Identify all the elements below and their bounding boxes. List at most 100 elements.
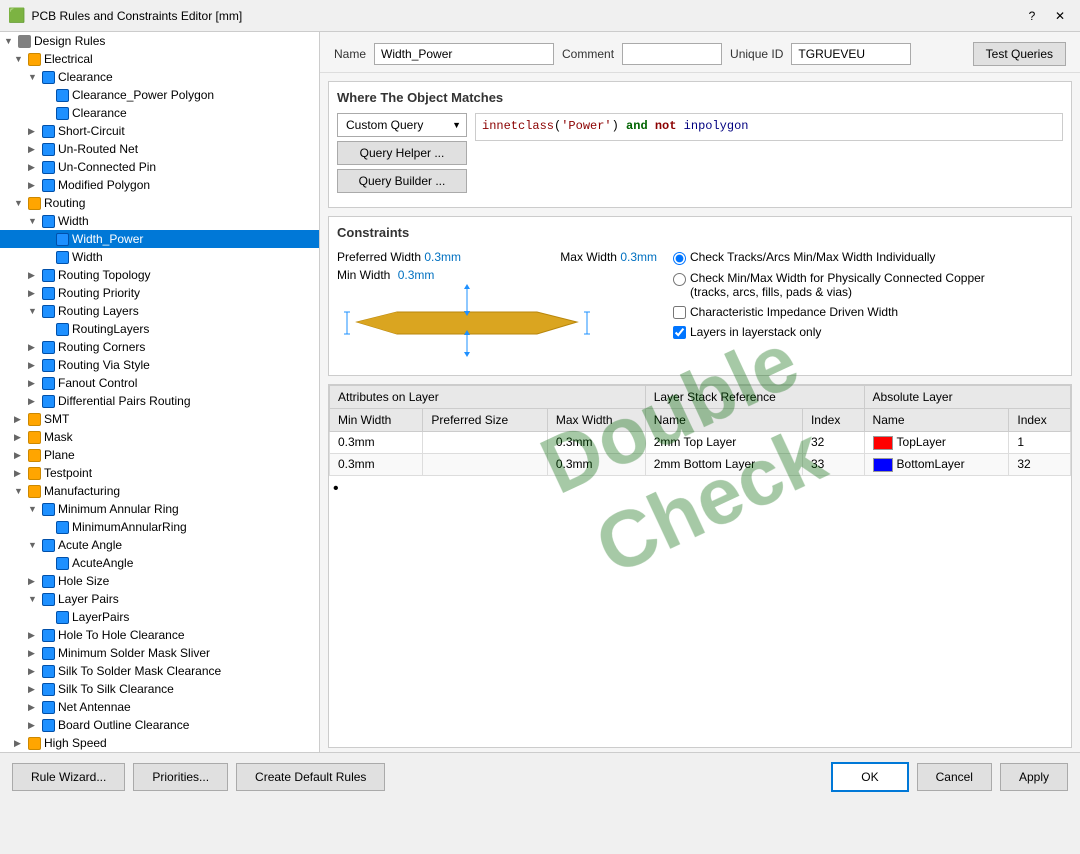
tree-item[interactable]: ▶Un-Routed Net: [0, 140, 319, 158]
tree-expand-icon[interactable]: ▶: [14, 414, 26, 425]
tree-item[interactable]: ▶High Speed: [0, 734, 319, 752]
tree-expand-icon[interactable]: ▶: [28, 144, 40, 155]
tree-item[interactable]: ▶Un-Connected Pin: [0, 158, 319, 176]
tree-expand-icon[interactable]: ▼: [28, 504, 40, 514]
apply-button[interactable]: Apply: [1000, 763, 1068, 791]
create-default-rules-button[interactable]: Create Default Rules: [236, 763, 385, 791]
tree-expand-icon[interactable]: ▶: [28, 270, 40, 281]
help-button[interactable]: ?: [1020, 4, 1044, 28]
radio-option1-label: Check Tracks/Arcs Min/Max Width Individu…: [690, 250, 935, 264]
tree-expand-icon[interactable]: ▼: [14, 54, 26, 64]
query-type-select[interactable]: Custom Query Query Helper Query Builder: [337, 113, 467, 137]
tree-item[interactable]: ▶Differential Pairs Routing: [0, 392, 319, 410]
query-builder-button[interactable]: Query Builder ...: [337, 169, 467, 193]
priorities-button[interactable]: Priorities...: [133, 763, 228, 791]
ok-button[interactable]: OK: [831, 762, 908, 792]
query-code[interactable]: innetclass('Power') and not inpolygon: [475, 113, 1063, 141]
radio-option2[interactable]: [673, 273, 686, 286]
tree-item[interactable]: ▼Routing Layers: [0, 302, 319, 320]
tree-expand-icon[interactable]: ▶: [28, 288, 40, 299]
tree-expand-icon[interactable]: ▶: [28, 648, 40, 659]
query-type-dropdown[interactable]: Custom Query Query Helper Query Builder: [337, 113, 467, 137]
uid-input[interactable]: [791, 43, 911, 65]
tree-expand-icon[interactable]: ▶: [28, 702, 40, 713]
tree-item[interactable]: ▶Fanout Control: [0, 374, 319, 392]
tree-item[interactable]: ▶Silk To Silk Clearance: [0, 680, 319, 698]
tree-item[interactable]: ▼Design Rules: [0, 32, 319, 50]
tree-expand-icon[interactable]: ▼: [28, 216, 40, 226]
tree-expand-icon[interactable]: ▼: [28, 540, 40, 550]
tree-expand-icon[interactable]: ▶: [28, 180, 40, 191]
tree-item[interactable]: ▶Plane: [0, 446, 319, 464]
tree-item[interactable]: MinimumAnnularRing: [0, 518, 319, 536]
comment-input[interactable]: [622, 43, 722, 65]
tree-item[interactable]: RoutingLayers: [0, 320, 319, 338]
tree-expand-icon[interactable]: ▶: [28, 396, 40, 407]
tree-expand-icon[interactable]: ▶: [28, 666, 40, 677]
tree-item-label: RoutingLayers: [72, 322, 149, 336]
tree-item[interactable]: ▶Board Outline Clearance: [0, 716, 319, 734]
tree-item[interactable]: Clearance: [0, 104, 319, 122]
tree-item[interactable]: ▶Routing Corners: [0, 338, 319, 356]
tree-item[interactable]: ▼Layer Pairs: [0, 590, 319, 608]
radio-option1[interactable]: [673, 252, 686, 265]
tree-expand-icon[interactable]: ▶: [28, 378, 40, 389]
tree-expand-icon[interactable]: ▶: [28, 576, 40, 587]
tree-item[interactable]: ▶Routing Topology: [0, 266, 319, 284]
tree-expand-icon[interactable]: ▶: [28, 630, 40, 641]
tree-expand-icon[interactable]: ▶: [28, 684, 40, 695]
tree-item[interactable]: ▶Routing Priority: [0, 284, 319, 302]
tree-item[interactable]: AcuteAngle: [0, 554, 319, 572]
tree-item[interactable]: ▶Net Antennae: [0, 698, 319, 716]
tree-item[interactable]: Width: [0, 248, 319, 266]
cancel-button[interactable]: Cancel: [917, 763, 992, 791]
tree-item[interactable]: ▶Minimum Solder Mask Sliver: [0, 644, 319, 662]
tree-item[interactable]: ▼Clearance: [0, 68, 319, 86]
tree-node-icon: [42, 215, 55, 228]
tree-expand-icon[interactable]: ▼: [28, 72, 40, 82]
tree-item[interactable]: ▶Hole Size: [0, 572, 319, 590]
tree-node-icon: [42, 287, 55, 300]
tree-expand-icon[interactable]: ▶: [28, 360, 40, 371]
tree-expand-icon[interactable]: ▶: [28, 126, 40, 137]
char-impedance-checkbox[interactable]: [673, 306, 686, 319]
tree-expand-icon[interactable]: ▼: [14, 198, 26, 208]
tree-item[interactable]: Clearance_Power Polygon: [0, 86, 319, 104]
tree-item[interactable]: ▶Hole To Hole Clearance: [0, 626, 319, 644]
name-input[interactable]: [374, 43, 554, 65]
tree-expand-icon[interactable]: ▶: [28, 342, 40, 353]
close-button[interactable]: ✕: [1048, 4, 1072, 28]
tree-item-label: Acute Angle: [58, 538, 122, 552]
tree-item[interactable]: ▶Testpoint: [0, 464, 319, 482]
tree-item[interactable]: ▼Routing: [0, 194, 319, 212]
tree-item[interactable]: ▶Silk To Solder Mask Clearance: [0, 662, 319, 680]
attr-header-stack: Layer Stack Reference: [645, 386, 864, 409]
layers-only-checkbox[interactable]: [673, 326, 686, 339]
tree-item[interactable]: ▼Manufacturing: [0, 482, 319, 500]
tree-item[interactable]: ▼Electrical: [0, 50, 319, 68]
tree-item[interactable]: ▶Routing Via Style: [0, 356, 319, 374]
tree-expand-icon[interactable]: ▼: [28, 594, 40, 604]
tree-item[interactable]: LayerPairs: [0, 608, 319, 626]
test-queries-button[interactable]: Test Queries: [973, 42, 1066, 66]
tree-expand-icon[interactable]: ▼: [4, 36, 16, 46]
tree-expand-icon[interactable]: ▶: [14, 432, 26, 443]
tree-expand-icon[interactable]: ▼: [14, 486, 26, 496]
tree-expand-icon[interactable]: ▶: [28, 720, 40, 731]
tree-node-icon: [42, 305, 55, 318]
tree-item[interactable]: ▼Minimum Annular Ring: [0, 500, 319, 518]
rule-wizard-button[interactable]: Rule Wizard...: [12, 763, 125, 791]
query-helper-button[interactable]: Query Helper ...: [337, 141, 467, 165]
tree-expand-icon[interactable]: ▶: [14, 468, 26, 479]
tree-item[interactable]: ▼ Acute Angle: [0, 536, 319, 554]
tree-item[interactable]: Width_Power: [0, 230, 319, 248]
tree-item[interactable]: ▼Width: [0, 212, 319, 230]
tree-item[interactable]: ▶Modified Polygon: [0, 176, 319, 194]
tree-expand-icon[interactable]: ▶: [14, 738, 26, 749]
tree-expand-icon[interactable]: ▶: [28, 162, 40, 173]
tree-expand-icon[interactable]: ▶: [14, 450, 26, 461]
tree-expand-icon[interactable]: ▼: [28, 306, 40, 316]
tree-item[interactable]: ▶SMT: [0, 410, 319, 428]
tree-item[interactable]: ▶Short-Circuit: [0, 122, 319, 140]
tree-item[interactable]: ▶Mask: [0, 428, 319, 446]
